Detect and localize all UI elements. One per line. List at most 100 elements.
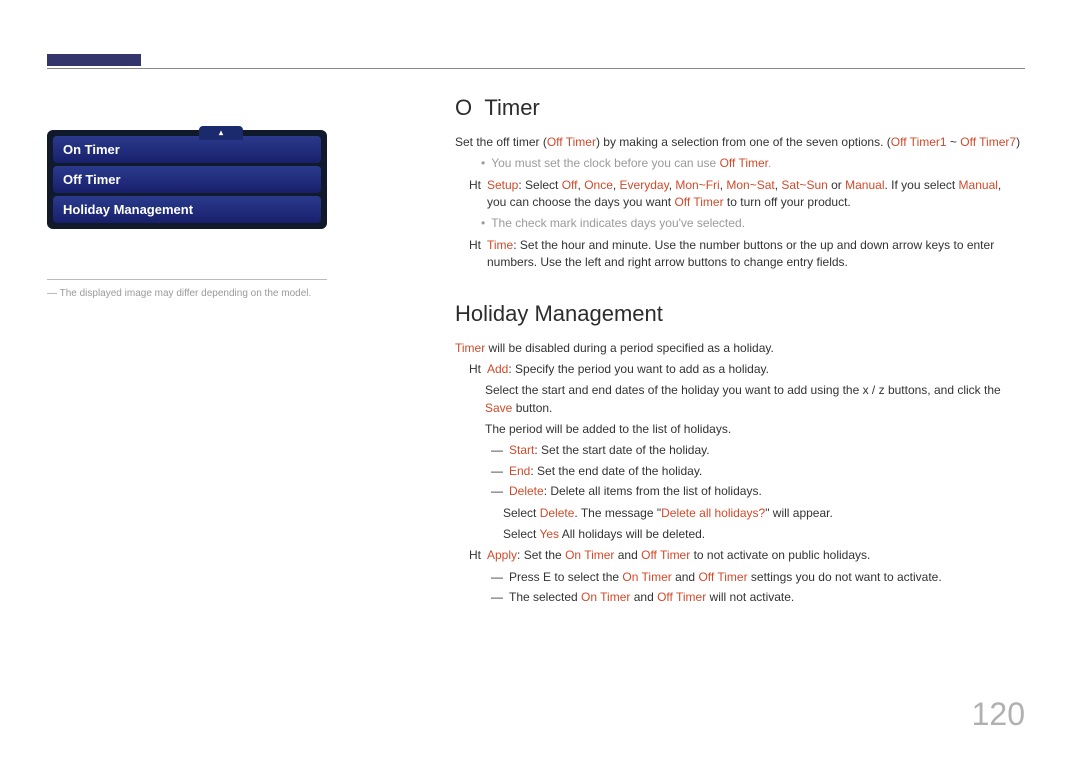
text: Select	[503, 506, 540, 520]
text: and	[614, 548, 641, 562]
highlight: Off Timer	[674, 195, 723, 209]
text: : Set the hour and minute. Use the numbe…	[487, 238, 994, 269]
start-row: ― Start: Set the start date of the holid…	[491, 442, 1023, 459]
text: The selected	[509, 590, 581, 604]
highlight: Everyday	[620, 178, 669, 192]
setup-text: Setup: Select Off, Once, Everyday, Mon~F…	[487, 177, 1023, 212]
text: You must set the clock before you can us…	[491, 156, 719, 170]
text: Select	[503, 527, 539, 541]
list-marker: Ht	[469, 547, 481, 564]
page-number: 120	[972, 696, 1025, 733]
text: Select the start and end dates of the ho…	[485, 383, 863, 397]
checkmark-note-row: • The check mark indicates days you've s…	[481, 215, 1023, 232]
delete-line3: Select Yes All holidays will be deleted.	[503, 526, 1023, 543]
text: " will appear.	[765, 506, 833, 520]
text: : Set the start date of the holiday.	[534, 443, 709, 457]
text: and	[672, 570, 699, 584]
menu-item-label: Off Timer	[63, 172, 121, 187]
highlight: Start	[509, 443, 534, 457]
menu-item-holiday-management: Holiday Management	[53, 196, 321, 223]
text: buttons, and click the	[885, 383, 1001, 397]
text: ) by making a selection from one of the …	[596, 135, 891, 149]
dash-icon: ―	[491, 569, 503, 586]
end-row: ― End: Set the end date of the holiday.	[491, 463, 1023, 480]
delete-line2: Select Delete. The message "Delete all h…	[503, 505, 1023, 522]
add-row: Ht Add: Specify the period you want to a…	[469, 361, 1023, 378]
delete-text: Delete: Delete all items from the list o…	[509, 483, 1023, 500]
highlight: Save	[485, 401, 512, 415]
highlight: Apply	[487, 548, 517, 562]
text: : Set the end date of the holiday.	[530, 464, 702, 478]
text: will be disabled during a period specifi…	[485, 341, 774, 355]
apply-sub2: ― The selected On Timer and Off Timer wi…	[491, 589, 1023, 606]
time-text: Time: Set the hour and minute. Use the n…	[487, 237, 1023, 272]
text: Press	[509, 570, 543, 584]
device-menu: ▴ On Timer Off Timer Holiday Management	[47, 130, 327, 229]
highlight: Off Timer	[657, 590, 706, 604]
menu-item-label: Holiday Management	[63, 202, 193, 217]
highlight: Off Timer	[720, 156, 768, 170]
highlight: Timer	[455, 341, 485, 355]
apply-sub2-text: The selected On Timer and Off Timer will…	[509, 589, 1023, 606]
note-dash: ―	[47, 288, 57, 299]
sidebar-note: ― The displayed image may differ dependi…	[47, 288, 327, 299]
check-note: The check mark indicates days you've sel…	[491, 215, 1023, 232]
off-timer-intro: Set the off timer (Off Timer) by making …	[455, 134, 1023, 151]
text: )	[1016, 135, 1020, 149]
header-accent	[47, 54, 141, 66]
note-text: The displayed image may differ depending…	[60, 288, 312, 299]
text: x / z	[863, 383, 885, 397]
text: All holidays will be deleted.	[559, 527, 705, 541]
highlight: Add	[487, 362, 508, 376]
text: . If you select	[885, 178, 959, 192]
clock-note-row: • You must set the clock before you can …	[481, 155, 1023, 172]
start-text: Start: Set the start date of the holiday…	[509, 442, 1023, 459]
text: Set the off timer (	[455, 135, 547, 149]
text: and	[630, 590, 657, 604]
highlight: Manual	[845, 178, 884, 192]
text: : Set the	[517, 548, 565, 562]
main-content: O Timer Set the off timer (Off Timer) by…	[455, 92, 1023, 610]
text: will not activate.	[706, 590, 794, 604]
highlight: Sat~Sun	[781, 178, 827, 192]
highlight: Off Timer	[698, 570, 747, 584]
text: : Select	[518, 178, 561, 192]
highlight: Once	[584, 178, 613, 192]
text: to not activate on public holidays.	[690, 548, 870, 562]
add-line3: The period will be added to the list of …	[485, 421, 1023, 438]
highlight: Manual	[959, 178, 998, 192]
apply-row: Ht Apply: Set the On Timer and Off Timer…	[469, 547, 1023, 564]
highlight: On Timer	[622, 570, 671, 584]
apply-sub1-text: Press E to select the On Timer and Off T…	[509, 569, 1023, 586]
delete-row: ― Delete: Delete all items from the list…	[491, 483, 1023, 500]
dash-icon: ―	[491, 463, 503, 480]
highlight: Mon~Sat	[726, 178, 774, 192]
highlight: On Timer	[581, 590, 630, 604]
time-row: Ht Time: Set the hour and minute. Use th…	[469, 237, 1023, 272]
text: : Specify the period you want to add as …	[508, 362, 769, 376]
menu-up-arrow-icon: ▴	[199, 126, 243, 140]
text: E	[543, 570, 551, 584]
setup-row: Ht Setup: Select Off, Once, Everyday, Mo…	[469, 177, 1023, 212]
text: : Delete all items from the list of holi…	[544, 484, 762, 498]
list-marker: Ht	[469, 361, 481, 378]
add-line2: Select the start and end dates of the ho…	[485, 382, 1023, 417]
text: to turn off your product.	[724, 195, 851, 209]
bullet-icon: •	[481, 215, 485, 232]
bullet-icon: •	[481, 155, 485, 172]
highlight: Off Timer	[547, 135, 596, 149]
highlight: Off Timer	[641, 548, 690, 562]
dash-icon: ―	[491, 483, 503, 500]
sidebar: ▴ On Timer Off Timer Holiday Management …	[47, 130, 327, 299]
text: . The message "	[574, 506, 661, 520]
highlight: On Timer	[565, 548, 614, 562]
menu-item-on-timer: ▴ On Timer	[53, 136, 321, 163]
text: .	[768, 156, 771, 170]
dash-icon: ―	[491, 442, 503, 459]
highlight: Delete	[540, 506, 575, 520]
text: ,	[613, 178, 620, 192]
highlight: Time	[487, 238, 513, 252]
dash-icon: ―	[491, 589, 503, 606]
text: button.	[512, 401, 552, 415]
text: or	[828, 178, 845, 192]
